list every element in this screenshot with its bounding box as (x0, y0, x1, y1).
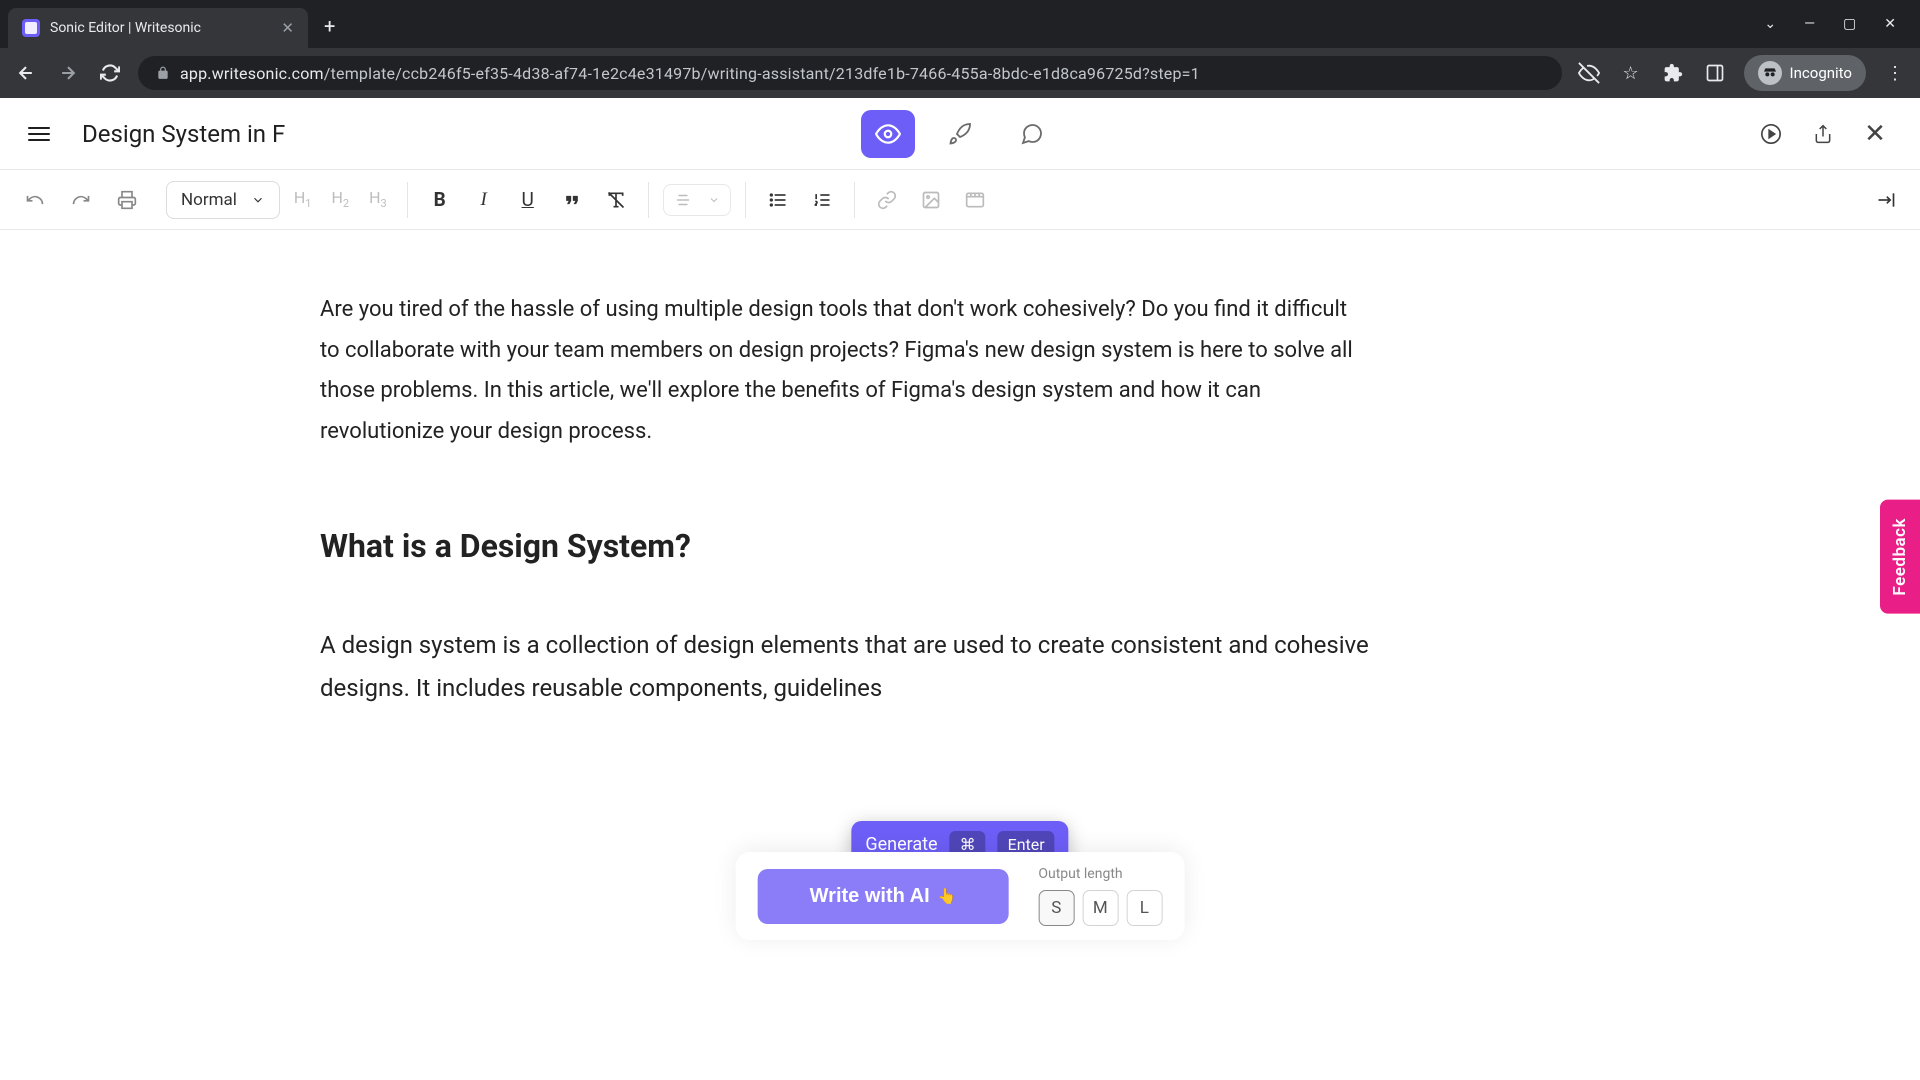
reload-icon[interactable] (96, 59, 124, 87)
write-button-label: Write with AI (810, 885, 930, 908)
url-bar[interactable]: app.writesonic.com/template/ccb246f5-ef3… (138, 56, 1562, 90)
heading-2[interactable]: What is a Design System? (320, 517, 1370, 576)
feedback-tab[interactable]: Feedback (1880, 500, 1920, 614)
length-l-button[interactable]: L (1126, 890, 1162, 926)
write-with-ai-button[interactable]: Write with AI 👆 (758, 869, 1009, 924)
star-icon[interactable]: ☆ (1618, 60, 1644, 86)
eye-off-icon[interactable] (1576, 60, 1602, 86)
extensions-icon[interactable] (1660, 60, 1686, 86)
incognito-badge[interactable]: Incognito (1744, 55, 1866, 91)
output-length-group: Output length S M L (1038, 866, 1162, 926)
close-window-icon[interactable]: ✕ (1884, 16, 1896, 32)
video-button[interactable] (957, 182, 993, 218)
menu-icon[interactable] (28, 127, 50, 141)
numbered-list-button[interactable] (804, 182, 840, 218)
editor-toolbar: Normal H1 H2 H3 B I U (0, 170, 1920, 230)
h2-button[interactable]: H2 (325, 184, 355, 214)
forward-icon[interactable] (54, 59, 82, 87)
close-icon[interactable]: ✕ (1858, 117, 1892, 151)
preview-button[interactable] (861, 110, 915, 158)
collapse-panel-icon[interactable] (1868, 182, 1904, 218)
action-bar: Write with AI 👆 Output length S M L (736, 852, 1185, 940)
window-controls: ⌄ ― ▢ ✕ (1764, 16, 1920, 32)
style-label: Normal (181, 190, 237, 210)
length-m-button[interactable]: M (1082, 890, 1118, 926)
h3-button[interactable]: H3 (363, 184, 393, 214)
link-button[interactable] (869, 182, 905, 218)
italic-button[interactable]: I (466, 182, 502, 218)
output-length-label: Output length (1038, 866, 1162, 882)
paragraph[interactable]: A design system is a collection of desig… (320, 624, 1370, 710)
clear-format-button[interactable] (598, 182, 634, 218)
lock-icon (156, 66, 170, 80)
browser-nav-bar: app.writesonic.com/template/ccb246f5-ef3… (0, 48, 1920, 98)
undo-icon[interactable] (16, 181, 54, 219)
incognito-icon (1758, 61, 1782, 85)
sidepanel-icon[interactable] (1702, 60, 1728, 86)
tab-title: Sonic Editor | Writesonic (50, 20, 271, 36)
image-button[interactable] (913, 182, 949, 218)
rocket-button[interactable] (933, 110, 987, 158)
url-text: app.writesonic.com/template/ccb246f5-ef3… (180, 64, 1200, 83)
more-menu-icon[interactable]: ⋮ (1882, 60, 1908, 86)
share-icon[interactable] (1806, 117, 1840, 151)
favicon-icon (22, 19, 40, 37)
chevron-down-icon[interactable]: ⌄ (1764, 16, 1776, 32)
length-s-button[interactable]: S (1038, 890, 1074, 926)
underline-button[interactable]: U (510, 182, 546, 218)
document-title[interactable]: Design System in F (82, 120, 285, 148)
align-select[interactable] (663, 184, 731, 216)
incognito-label: Incognito (1790, 64, 1852, 82)
chat-button[interactable] (1005, 110, 1059, 158)
redo-icon[interactable] (62, 181, 100, 219)
maximize-icon[interactable]: ▢ (1843, 16, 1856, 32)
app-header: Design System in F ✕ (0, 98, 1920, 170)
paragraph-style-select[interactable]: Normal (166, 181, 280, 219)
play-icon[interactable] (1754, 117, 1788, 151)
paragraph[interactable]: Are you tired of the hassle of using mul… (320, 290, 1370, 453)
browser-tab-bar: Sonic Editor | Writesonic ✕ + ⌄ ― ▢ ✕ (0, 0, 1920, 48)
new-tab-button[interactable]: + (324, 14, 335, 38)
print-icon[interactable] (108, 181, 146, 219)
bold-button[interactable]: B (422, 182, 458, 218)
back-icon[interactable] (12, 59, 40, 87)
minimize-icon[interactable]: ― (1804, 16, 1815, 32)
quote-button[interactable] (554, 182, 590, 218)
browser-tab[interactable]: Sonic Editor | Writesonic ✕ (8, 8, 308, 48)
tab-close-icon[interactable]: ✕ (281, 19, 294, 37)
bullet-list-button[interactable] (760, 182, 796, 218)
h1-button[interactable]: H1 (288, 184, 318, 214)
cursor-hand-icon: 👆 (938, 887, 957, 905)
